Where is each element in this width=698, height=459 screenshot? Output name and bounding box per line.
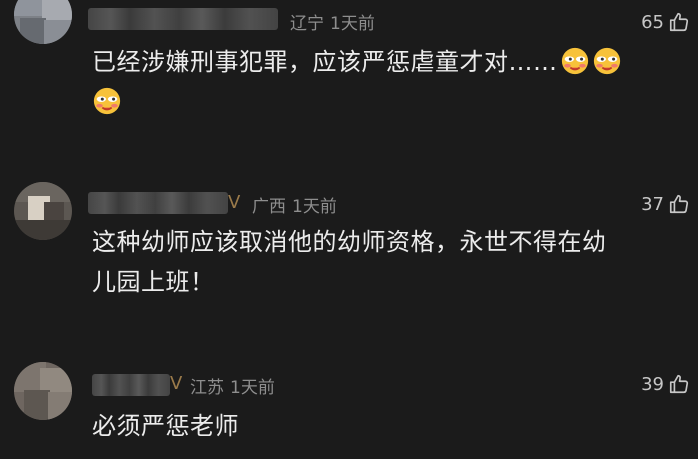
comment-location: 江苏 <box>190 378 224 398</box>
username-blurred[interactable] <box>88 8 278 30</box>
like-button[interactable]: 39 <box>641 373 690 395</box>
username-blurred[interactable] <box>92 374 170 396</box>
v-badge-icon: Ⅴ <box>170 373 183 394</box>
comment-location: 广西 <box>252 197 286 217</box>
comment-meta: 广西 1天前 <box>252 192 343 217</box>
like-button[interactable]: 65 <box>641 11 690 33</box>
comment-time: 1天前 <box>292 197 337 217</box>
avatar[interactable] <box>14 182 72 240</box>
like-count: 65 <box>641 11 664 33</box>
thumbs-up-icon <box>669 194 689 214</box>
thumbs-up-icon <box>669 374 689 394</box>
comment-meta: 江苏 1天前 <box>190 373 281 398</box>
comment-time: 1天前 <box>230 378 275 398</box>
v-badge-icon: Ⅴ <box>228 192 241 213</box>
comment-meta: 辽宁 1天前 <box>290 9 381 34</box>
smirk-face-emoji-icon <box>593 47 620 75</box>
username-blurred[interactable] <box>88 192 228 214</box>
like-count: 37 <box>641 193 664 215</box>
like-count: 39 <box>641 373 664 395</box>
comment-time: 1天前 <box>330 14 375 34</box>
avatar[interactable] <box>14 362 72 420</box>
comment-body: 已经涉嫌刑事犯罪，应该严惩虐童才对…… <box>92 48 558 76</box>
avatar[interactable] <box>14 0 72 44</box>
thumbs-up-icon <box>669 12 689 32</box>
smirk-face-emoji-icon <box>93 87 121 115</box>
comment-text: 已经涉嫌刑事犯罪，应该严惩虐童才对…… <box>92 42 682 122</box>
comment-location: 辽宁 <box>290 14 324 34</box>
comment-text: 这种幼师应该取消他的幼师资格，永世不得在幼儿园上班！ <box>92 228 607 296</box>
smirk-face-emoji-icon <box>561 47 588 75</box>
comment-text: 必须严惩老师 <box>92 412 239 440</box>
like-button[interactable]: 37 <box>641 193 690 215</box>
